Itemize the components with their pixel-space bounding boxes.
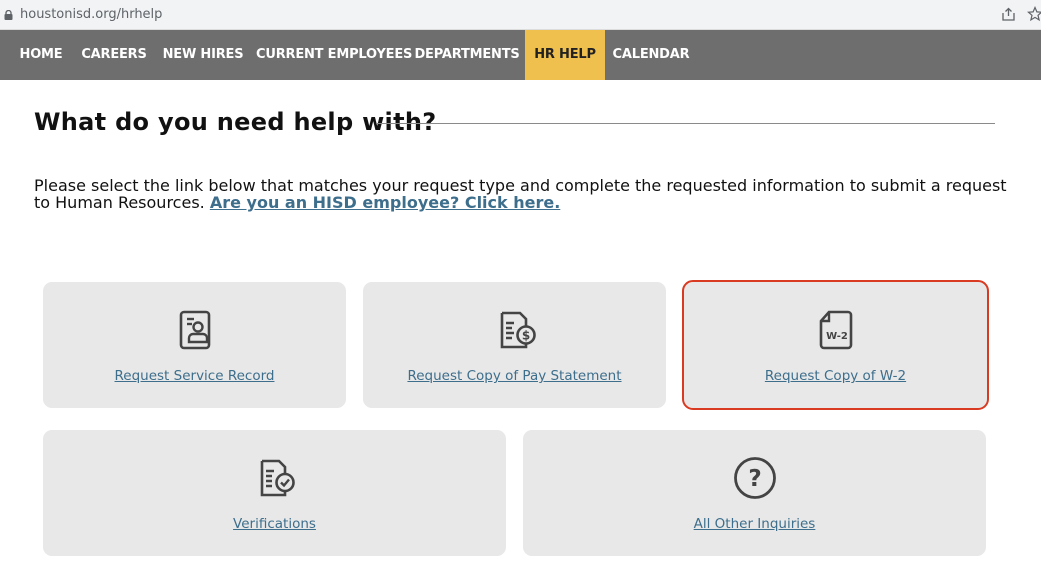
card-label[interactable]: Request Service Record (43, 368, 346, 384)
browser-address-bar: houstonisd.org/hrhelp (0, 0, 1041, 30)
title-divider (377, 123, 995, 124)
card-label[interactable]: Verifications (43, 516, 506, 532)
id-card-icon (179, 310, 210, 350)
w2-icon-text: W-2 (826, 331, 848, 342)
main-nav: HOME CAREERS NEW HIRES CURRENT EMPLOYEES… (0, 30, 1041, 80)
card-label[interactable]: Request Copy of Pay Statement (363, 368, 666, 384)
card-request-pay-statement[interactable]: $ Request Copy of Pay Statement (363, 282, 666, 408)
card-verifications[interactable]: Verifications (43, 430, 506, 556)
nav-current-employees[interactable]: CURRENT EMPLOYEES (256, 30, 412, 80)
page-title: What do you need help with? (34, 108, 437, 136)
bookmark-star-icon[interactable] (1027, 6, 1041, 22)
share-icon[interactable] (1001, 7, 1016, 22)
w2-document-icon: W-2 (819, 310, 852, 350)
nav-new-hires[interactable]: NEW HIRES (160, 30, 246, 80)
nav-hr-help[interactable]: HR HELP (525, 30, 605, 80)
card-other-inquiries[interactable]: ? All Other Inquiries (523, 430, 986, 556)
card-request-w2[interactable]: W-2 Request Copy of W-2 (682, 280, 989, 410)
nav-home[interactable]: HOME (10, 30, 72, 80)
card-label[interactable]: Request Copy of W-2 (684, 368, 987, 384)
question-circle-icon: ? (733, 457, 776, 499)
card-label[interactable]: All Other Inquiries (523, 516, 986, 532)
hisd-employee-link[interactable]: Are you an HISD employee? Click here. (210, 193, 560, 212)
intro-paragraph: Please select the link below that matche… (34, 177, 1024, 211)
nav-calendar[interactable]: CALENDAR (612, 30, 690, 80)
pay-statement-icon: $ (500, 311, 536, 349)
url-text[interactable]: houstonisd.org/hrhelp (20, 7, 162, 22)
question-mark-text: ? (748, 466, 761, 492)
verification-document-icon (260, 459, 295, 497)
card-request-service-record[interactable]: Request Service Record (43, 282, 346, 408)
lock-icon (4, 10, 13, 20)
nav-departments[interactable]: DEPARTMENTS (414, 30, 520, 80)
nav-careers[interactable]: CAREERS (78, 30, 150, 80)
svg-text:$: $ (521, 329, 529, 343)
